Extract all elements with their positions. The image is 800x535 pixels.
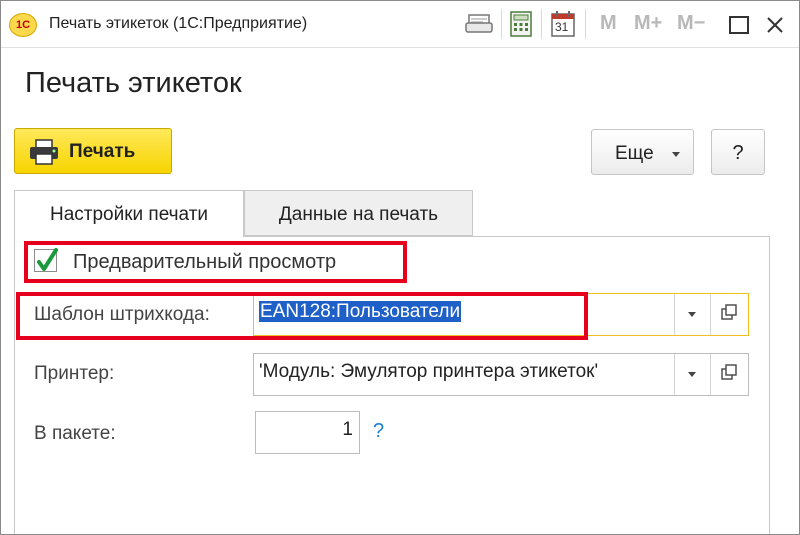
tab-print-settings[interactable]: Настройки печати (14, 190, 244, 237)
calendar-icon[interactable]: 31 (551, 11, 575, 37)
memory-button[interactable]: M (600, 12, 617, 35)
tab-label: Данные на печать (278, 204, 439, 225)
printer-dropdown[interactable] (674, 354, 710, 395)
open-window-icon (721, 364, 737, 380)
maximize-icon[interactable] (729, 16, 749, 34)
barcode-template-field[interactable]: EAN128:Пользователи (253, 293, 749, 336)
help-button[interactable]: ? (711, 129, 765, 175)
chevron-down-icon (672, 152, 680, 157)
tab-label: Настройки печати (49, 204, 209, 225)
tab-print-data[interactable]: Данные на печать (244, 190, 473, 236)
window: 1C Печать этикеток (1С:Предприятие) 31 M… (0, 0, 800, 535)
close-icon[interactable] (766, 16, 784, 34)
help-button-label: ? (732, 142, 744, 164)
printer-open-button[interactable] (710, 354, 748, 395)
checkmark-icon (37, 248, 58, 271)
chevron-down-icon (688, 372, 696, 377)
printer-icon (30, 139, 58, 165)
calculator-icon[interactable] (509, 11, 533, 37)
printer-value: 'Модуль: Эмулятор принтера этикеток' (259, 361, 599, 382)
title-bar: 1C Печать этикеток (1С:Предприятие) 31 M… (1, 1, 799, 48)
memory-add-button[interactable]: M+ (634, 12, 662, 35)
package-help-link[interactable]: ? (373, 420, 384, 443)
printer-label: Принтер: (34, 363, 115, 384)
preview-checkbox[interactable] (34, 248, 58, 272)
barcode-template-open-button[interactable] (710, 294, 748, 335)
package-quantity-field[interactable]: 1 (255, 411, 360, 454)
barcode-template-value: EAN128:Пользователи (259, 301, 462, 322)
print-button-label: Печать (69, 141, 136, 162)
1c-logo-icon: 1C (9, 13, 37, 37)
calendar-day: 31 (555, 20, 569, 34)
print-button[interactable]: Печать (14, 128, 172, 174)
open-window-icon (721, 304, 737, 320)
barcode-template-dropdown[interactable] (674, 294, 710, 335)
package-quantity-value: 1 (342, 419, 353, 440)
more-button[interactable]: Еще (591, 129, 694, 175)
package-label: В пакете: (34, 423, 116, 444)
printer-field[interactable]: 'Модуль: Эмулятор принтера этикеток' (253, 353, 749, 396)
barcode-template-label: Шаблон штрихкода: (34, 304, 210, 325)
form-title: Печать этикеток (25, 67, 242, 99)
more-button-label: Еще (615, 143, 654, 164)
memory-subtract-button[interactable]: M− (677, 12, 705, 35)
chevron-down-icon (688, 312, 696, 317)
window-title: Печать этикеток (1С:Предприятие) (49, 15, 308, 32)
preview-checkbox-label[interactable]: Предварительный просмотр (73, 251, 336, 274)
link-icon[interactable] (465, 11, 493, 37)
